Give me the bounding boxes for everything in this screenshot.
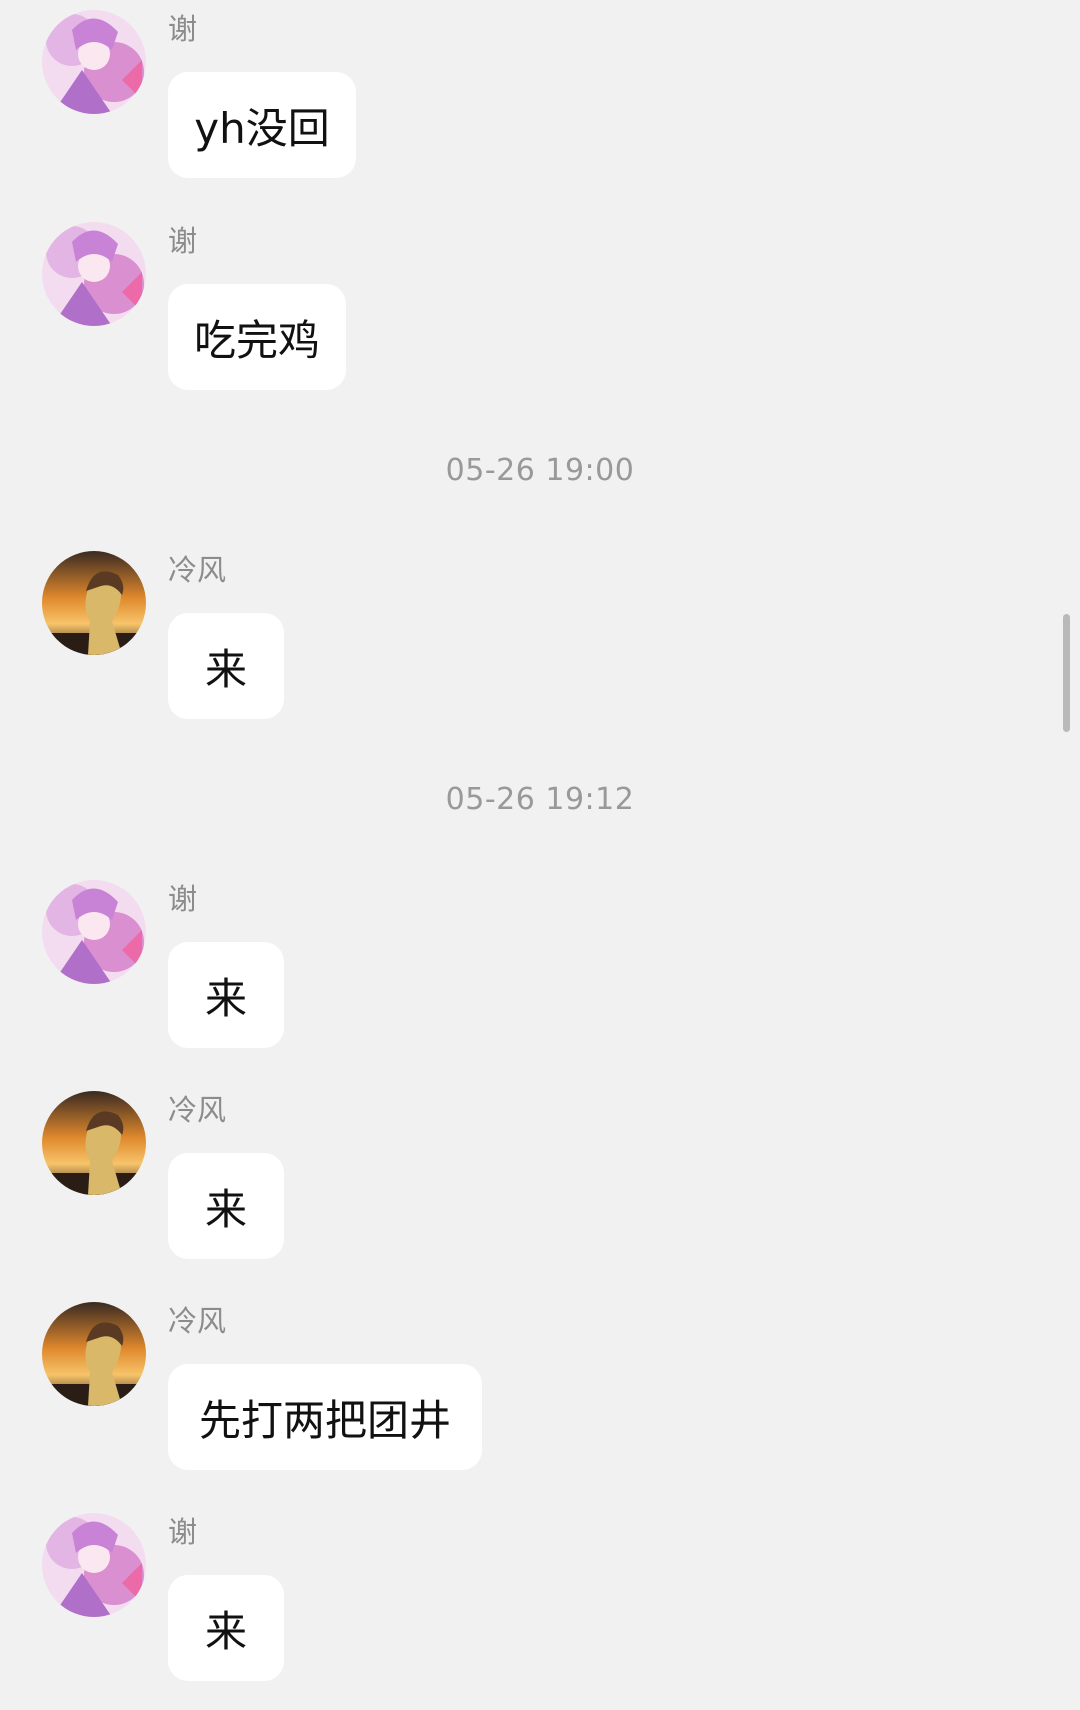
- chat-message-list[interactable]: 谢 yh没回 谢 吃完鸡 05-26 19:00 冷风 来 05-26 19:1…: [0, 0, 1080, 1710]
- avatar-xie[interactable]: [42, 1513, 146, 1617]
- sender-name: 冷风: [168, 1093, 227, 1127]
- message-bubble[interactable]: 吃完鸡: [168, 284, 346, 390]
- avatar-xie[interactable]: [42, 880, 146, 984]
- sender-name: 谢: [168, 224, 198, 258]
- sender-name: 冷风: [168, 553, 227, 587]
- sender-name: 谢: [168, 1515, 198, 1549]
- message-bubble[interactable]: 来: [168, 1575, 284, 1681]
- anime-girl-pink-avatar-icon: [42, 1513, 146, 1617]
- message-bubble[interactable]: 来: [168, 613, 284, 719]
- anime-girl-pink-avatar-icon: [42, 880, 146, 984]
- anime-boy-sunset-avatar-icon: [42, 1091, 146, 1195]
- message-bubble[interactable]: 先打两把团井: [168, 1364, 482, 1470]
- anime-girl-pink-avatar-icon: [42, 10, 146, 114]
- avatar-xie[interactable]: [42, 10, 146, 114]
- anime-girl-pink-avatar-icon: [42, 222, 146, 326]
- message-bubble[interactable]: 来: [168, 942, 284, 1048]
- message-bubble[interactable]: 来: [168, 1153, 284, 1259]
- anime-boy-sunset-avatar-icon: [42, 551, 146, 655]
- avatar-lengfeng[interactable]: [42, 1091, 146, 1195]
- message-bubble[interactable]: yh没回: [168, 72, 356, 178]
- avatar-lengfeng[interactable]: [42, 1302, 146, 1406]
- avatar-lengfeng[interactable]: [42, 551, 146, 655]
- anime-boy-sunset-avatar-icon: [42, 1302, 146, 1406]
- sender-name: 谢: [168, 882, 198, 916]
- sender-name: 谢: [168, 12, 198, 46]
- sender-name: 冷风: [168, 1304, 227, 1338]
- scrollbar[interactable]: [1063, 614, 1070, 732]
- timestamp-divider: 05-26 19:12: [445, 782, 635, 817]
- timestamp-divider: 05-26 19:00: [445, 453, 635, 488]
- avatar-xie[interactable]: [42, 222, 146, 326]
